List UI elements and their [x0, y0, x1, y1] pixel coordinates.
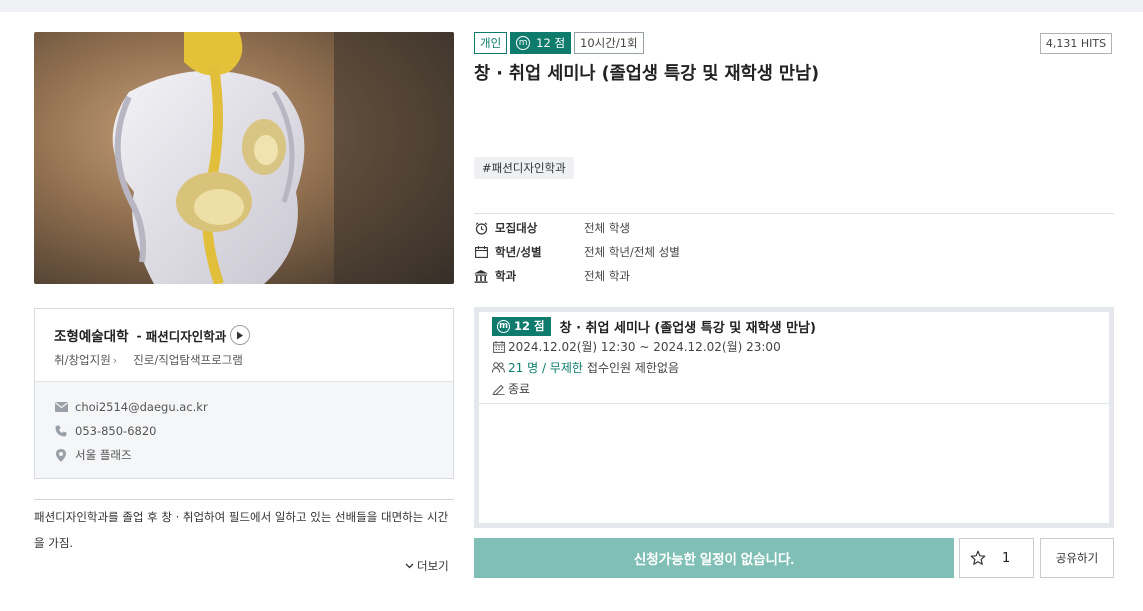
people-icon [492, 361, 505, 374]
share-button[interactable]: 공유하기 [1040, 538, 1114, 578]
department-contacts: choi2514@daegu.ac.kr 053-850-6820 서울 플래즈 [35, 382, 453, 478]
points-badge-text: 12 점 [536, 36, 566, 50]
chevron-right-icon: › [112, 353, 118, 367]
hits-counter: 4,131 HITS [1040, 33, 1112, 54]
info-row-grade-gender: 학년/성별 전체 학년/전체 성별 [474, 240, 680, 264]
duration-badge: 10시간/1회 [574, 32, 644, 54]
page-title: 창 · 취업 세미나 (졸업생 특강 및 재학생 만남) [474, 64, 820, 84]
schedule-title: 창 · 취업 세미나 (졸업생 특강 및 재학생 만남) [559, 320, 816, 336]
contact-email: choi2514@daegu.ac.kr [54, 395, 453, 419]
schedule-item[interactable]: m 12 점 창 · 취업 세미나 (졸업생 특강 및 재학생 만남) 2024… [479, 312, 1109, 404]
contact-location: 서울 플래즈 [54, 443, 453, 467]
schedule-capacity-note: 접수인원 제한없음 [586, 361, 680, 375]
info-label: 학과 [495, 269, 517, 283]
location-text: 서울 플래즈 [75, 448, 132, 462]
info-value: 전체 학생 [584, 221, 630, 235]
schedule-points-badge: m 12 점 [492, 316, 551, 336]
apply-button[interactable]: 신청가능한 일정이 없습니다. [474, 538, 954, 578]
more-label: 더보기 [417, 559, 449, 573]
department-header: 조형예술대학 - 패션디자인학과 취/창업지원 › 진로/직업탐색프로그램 [35, 309, 453, 382]
favorite-count: 1 [1002, 550, 1011, 566]
description-divider [34, 499, 454, 500]
schedule-capacity-row: 21 명 / 무제한 접수인원 제한없음 [492, 357, 1109, 378]
info-value: 전체 학과 [584, 269, 630, 283]
mileage-icon: m [497, 319, 510, 333]
schedule-status-row: 종료 [492, 378, 1109, 399]
schedule-datetime: 2024.12.02(월) 12:30 ~ 2024.12.02(월) 23:0… [508, 340, 781, 354]
play-icon [237, 331, 244, 339]
department-link-button[interactable] [230, 325, 251, 345]
info-value: 전체 학년/전체 성별 [584, 245, 680, 259]
mail-icon [54, 400, 68, 414]
department-separator: - [136, 327, 142, 343]
department-tag[interactable]: #패션디자인학과 [474, 157, 574, 179]
calendar-icon [474, 245, 488, 259]
info-row-target: 모집대상 전체 학생 [474, 216, 680, 240]
schedule-capacity: 21 명 / 무제한 [508, 361, 583, 375]
program-badges: 개인 m 12 점 10시간/1회 [474, 32, 644, 54]
top-bar [0, 0, 1143, 12]
pen-icon [492, 382, 505, 395]
info-label: 학년/성별 [495, 245, 542, 259]
schedule-box: m 12 점 창 · 취업 세미나 (졸업생 특강 및 재학생 만남) 2024… [474, 307, 1114, 528]
type-badge: 개인 [474, 32, 508, 54]
category-link[interactable]: 취/창업지원 [54, 352, 111, 368]
calendar-icon [492, 340, 505, 353]
building-icon [474, 269, 488, 283]
chevron-down-icon [405, 563, 414, 569]
program-description: 패션디자인학과를 졸업 후 창 · 취업하여 필드에서 일하고 있는 선배들을 … [34, 510, 449, 550]
department-name: 패션디자인학과 [145, 328, 227, 344]
contact-phone: 053-850-6820 [54, 419, 453, 443]
schedule-status: 종료 [508, 382, 531, 396]
subcategory-text: 진로/직업탐색프로그램 [133, 353, 243, 367]
email-text[interactable]: choi2514@daegu.ac.kr [75, 400, 208, 414]
phone-text: 053-850-6820 [75, 424, 157, 438]
info-row-department: 학과 전체 학과 [474, 264, 680, 288]
university-name: 조형예술대학 [54, 329, 129, 345]
program-info-list: 모집대상 전체 학생 학년/성별 전체 학년/전체 성별 학과 전체 학과 [474, 216, 680, 288]
program-image [34, 32, 454, 284]
schedule-datetime-row: 2024.12.02(월) 12:30 ~ 2024.12.02(월) 23:0… [492, 336, 1109, 357]
info-label: 모집대상 [495, 221, 538, 235]
phone-icon [54, 424, 68, 438]
alarm-clock-icon [474, 221, 488, 235]
info-divider [474, 213, 1114, 214]
star-icon [970, 550, 986, 565]
schedule-points-text: 12 점 [514, 319, 545, 333]
location-pin-icon [54, 448, 68, 462]
more-button[interactable]: 더보기 [405, 558, 449, 574]
mileage-icon: m [516, 36, 531, 50]
points-badge: m 12 점 [510, 32, 572, 54]
department-card: 조형예술대학 - 패션디자인학과 취/창업지원 › 진로/직업탐색프로그램 ch… [34, 308, 454, 479]
favorite-button[interactable]: 1 [959, 538, 1034, 578]
